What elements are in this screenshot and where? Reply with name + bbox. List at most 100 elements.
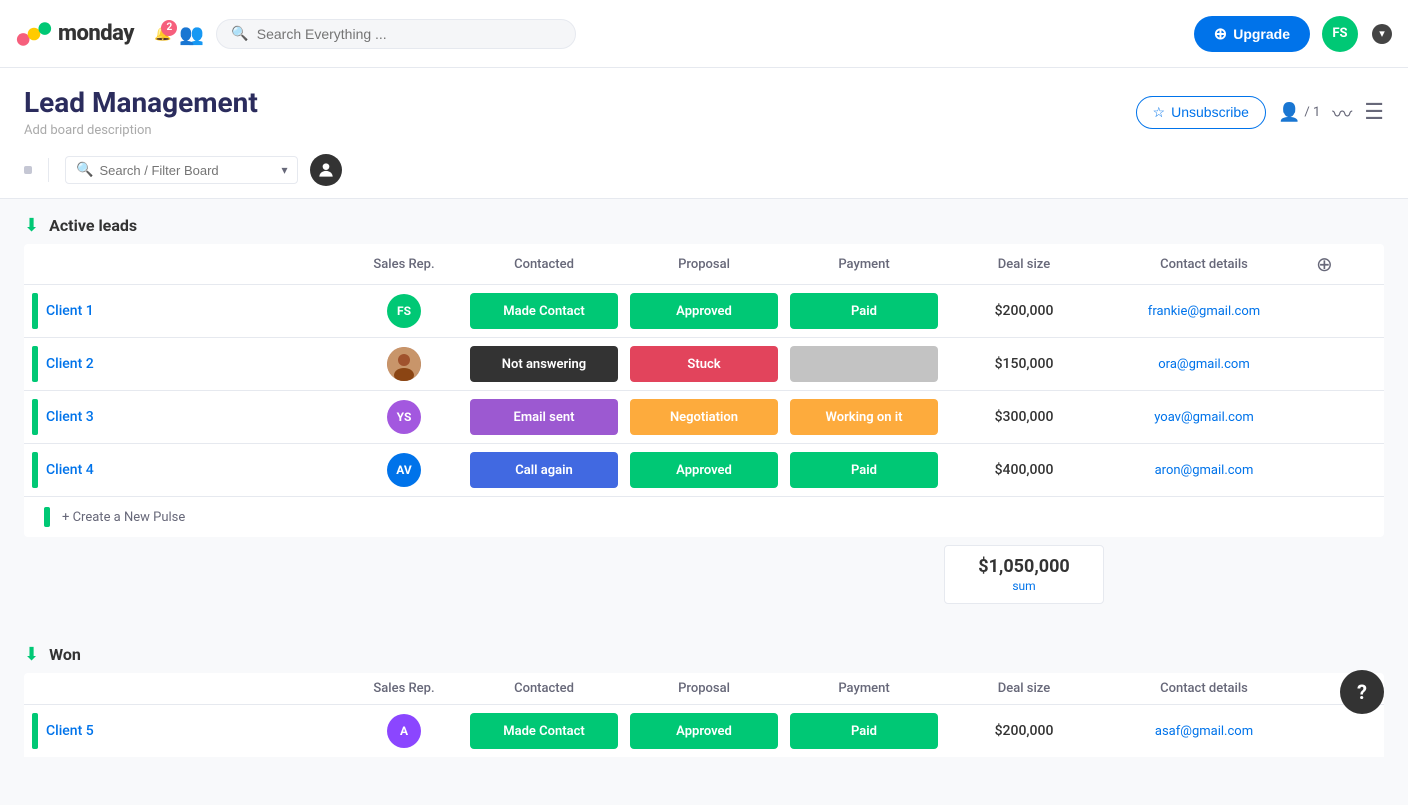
avatar: YS [387, 400, 421, 434]
help-button[interactable]: ? [1340, 670, 1384, 714]
activity-icon[interactable]: 〰 [1332, 98, 1352, 127]
users-icon: 👤 [1278, 102, 1300, 123]
notification-badge: 2 [161, 20, 177, 36]
avatar [387, 347, 421, 381]
column-headers: Sales Rep. Contacted Proposal Payment De… [24, 244, 1384, 284]
won-col-header-add [1304, 681, 1344, 697]
upgrade-button[interactable]: ⊕ Upgrade [1194, 16, 1310, 52]
help-icon: ? [1357, 680, 1367, 704]
table-row: Client 4 AV Call again Approved Paid $40… [24, 443, 1384, 496]
client-name[interactable]: Client 2 [46, 356, 94, 372]
client-name[interactable]: Client 3 [46, 409, 94, 425]
email-link[interactable]: frankie@gmail.com [1148, 304, 1260, 319]
contacted-status: Not answering [470, 346, 618, 382]
deal-amount: $300,000 [995, 409, 1054, 425]
proposal-cell: Approved [624, 709, 784, 753]
col-header-add[interactable]: ⊕ [1304, 244, 1344, 284]
search-input[interactable] [257, 26, 562, 42]
header-icons: 🔔 2 👥 [154, 22, 204, 46]
proposal-status: Negotiation [630, 399, 778, 435]
menu-icon[interactable]: ☰ [1364, 100, 1384, 125]
payment-status: Paid [790, 713, 938, 749]
filter-input[interactable] [99, 163, 275, 178]
logo-text: monday [58, 21, 134, 46]
sales-rep-cell: AV [344, 449, 464, 491]
active-leads-group: ⬇ Active leads Sales Rep. Contacted Prop… [24, 215, 1384, 612]
email-link[interactable]: asaf@gmail.com [1155, 724, 1253, 739]
filter-bar[interactable]: 🔍 ▾ [65, 156, 298, 184]
team-icon[interactable]: 👥 [179, 22, 204, 46]
sum-value: $1,050,000 [965, 556, 1083, 577]
filter-dropdown-arrow[interactable]: ▾ [281, 163, 287, 177]
payment-cell: Paid [784, 289, 944, 333]
search-bar[interactable]: 🔍 [216, 19, 576, 49]
board-description[interactable]: Add board description [24, 123, 258, 138]
contacted-cell: Email sent [464, 395, 624, 439]
deal-amount: $150,000 [995, 356, 1054, 372]
contact-details-cell: aron@gmail.com [1104, 459, 1304, 482]
add-column-icon[interactable]: ⊕ [1316, 252, 1333, 276]
won-col-header-contact-details: Contact details [1104, 673, 1304, 704]
table-row: Client 3 YS Email sent Negotiation Worki… [24, 390, 1384, 443]
board-title: Lead Management [24, 86, 258, 119]
row-name-cell: Client 3 [24, 391, 344, 443]
avatar: A [387, 714, 421, 748]
sales-rep-cell [344, 343, 464, 385]
user-avatar[interactable]: FS [1322, 16, 1358, 52]
won-title: Won [49, 645, 81, 664]
deal-size-cell: $200,000 [944, 719, 1104, 743]
table-row: Client 5 A Made Contact Approved Paid $2… [24, 704, 1384, 757]
client-name[interactable]: Client 4 [46, 462, 94, 478]
won-col-header-sales-rep: Sales Rep. [344, 673, 464, 704]
toolbar-toggle[interactable] [24, 166, 32, 174]
payment-cell: Working on it [784, 395, 944, 439]
payment-status: Paid [790, 293, 938, 329]
email-link[interactable]: ora@gmail.com [1158, 357, 1249, 372]
client-name[interactable]: Client 1 [46, 303, 94, 319]
search-icon: 🔍 [231, 26, 248, 42]
row-actions-cell [1304, 727, 1344, 735]
client-name[interactable]: Client 5 [46, 723, 94, 739]
proposal-status: Approved [630, 452, 778, 488]
header: monday 🔔 2 👥 🔍 ⊕ Upgrade FS ▾ [0, 0, 1408, 68]
contacted-status: Made Contact [470, 293, 618, 329]
person-filter-button[interactable] [310, 154, 342, 186]
proposal-cell: Stuck [624, 342, 784, 386]
sales-rep-cell: YS [344, 396, 464, 438]
col-header-deal-size: Deal size [944, 249, 1104, 280]
contacted-status: Email sent [470, 399, 618, 435]
sales-rep-cell: FS [344, 290, 464, 332]
proposal-cell: Negotiation [624, 395, 784, 439]
create-pulse-label: + Create a New Pulse [62, 510, 185, 525]
create-pulse-row[interactable]: + Create a New Pulse [24, 496, 1384, 537]
notification-bell[interactable]: 🔔 2 [154, 26, 171, 42]
proposal-cell: Approved [624, 289, 784, 333]
deal-size-cell: $200,000 [944, 299, 1104, 323]
row-name-cell: Client 4 [24, 444, 344, 496]
deal-size-cell: $400,000 [944, 458, 1104, 482]
person-icon [316, 160, 336, 180]
won-col-header-name [24, 681, 344, 697]
email-link[interactable]: yoav@gmail.com [1154, 410, 1254, 425]
avatar: AV [387, 453, 421, 487]
contact-details-cell: asaf@gmail.com [1104, 720, 1304, 743]
col-header-sales-rep: Sales Rep. [344, 249, 464, 280]
active-leads-toggle[interactable]: ⬇ [24, 215, 39, 236]
user-menu-chevron[interactable]: ▾ [1372, 24, 1392, 44]
board-actions: ☆ Unsubscribe 👤 / 1 〰 ☰ [1136, 96, 1384, 129]
col-header-contact-details: Contact details [1104, 249, 1304, 280]
email-link[interactable]: aron@gmail.com [1155, 463, 1254, 478]
row-name-cell: Client 1 [24, 285, 344, 337]
star-icon: ☆ [1153, 104, 1166, 121]
toolbar-divider [48, 158, 49, 182]
proposal-status: Stuck [630, 346, 778, 382]
won-toggle[interactable]: ⬇ [24, 644, 39, 665]
upgrade-label: Upgrade [1233, 26, 1290, 42]
avatar-img [387, 347, 421, 381]
unsubscribe-button[interactable]: ☆ Unsubscribe [1136, 96, 1266, 129]
payment-cell: Paid [784, 709, 944, 753]
contacted-cell: Made Contact [464, 289, 624, 333]
row-actions-cell [1304, 466, 1344, 474]
contacted-status: Call again [470, 452, 618, 488]
table-row: Client 1 FS Made Contact Approved Paid $… [24, 284, 1384, 337]
